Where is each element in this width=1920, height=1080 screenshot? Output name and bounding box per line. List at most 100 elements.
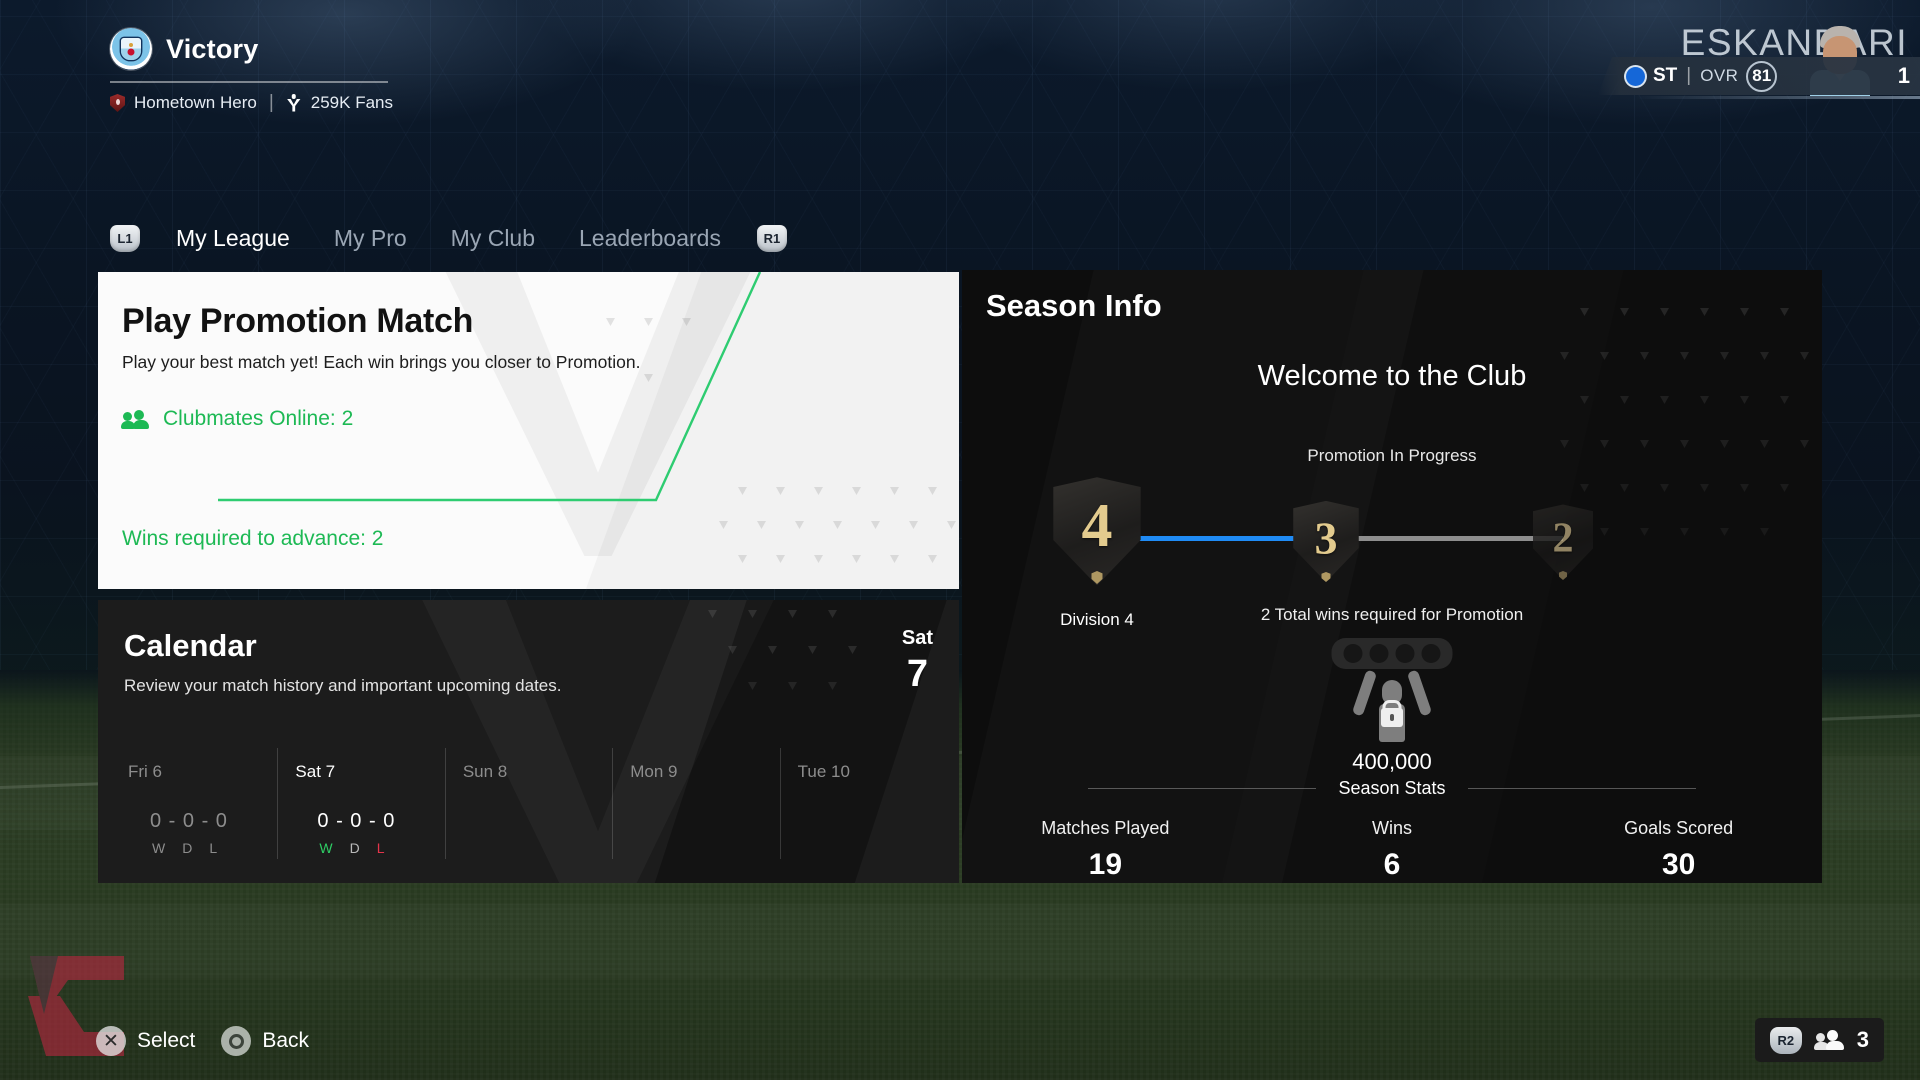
clubmates-online-label: Clubmates Online: 2 bbox=[163, 407, 353, 431]
people-icon bbox=[122, 410, 150, 429]
calendar-subtitle: Review your match history and important … bbox=[124, 676, 561, 696]
calendar-day-record: 0 - 0 - 0 W D L bbox=[128, 810, 277, 856]
clubmates-badge[interactable]: R2 3 bbox=[1755, 1018, 1884, 1062]
triangle-pattern-bottom bbox=[738, 487, 959, 589]
promotion-card-subtitle: Play your best match yet! Each win bring… bbox=[122, 352, 640, 373]
division-ladder: 4 Division 4 3 2 bbox=[962, 468, 1822, 588]
wins-required-to-advance: Wins required to advance: 2 bbox=[122, 527, 383, 551]
club-trait: Hometown Hero bbox=[134, 93, 257, 113]
calendar-day-label: Tue 10 bbox=[798, 762, 947, 782]
progress-pip bbox=[1396, 644, 1415, 663]
footer-bar: ✕ Select Back R2 3 bbox=[0, 970, 1920, 1080]
stat-value: 6 bbox=[1249, 848, 1536, 882]
calendar-day[interactable]: Sat 7 0 - 0 - 0 W D L bbox=[277, 748, 444, 873]
tab-my-pro[interactable]: My Pro bbox=[312, 225, 429, 252]
progress-pip bbox=[1344, 644, 1363, 663]
player-underline bbox=[1634, 96, 1920, 99]
record-d: D bbox=[182, 840, 193, 856]
clubmates-online: Clubmates Online: 2 bbox=[122, 407, 353, 431]
player-stat-bar: ST | OVR 81 bbox=[1598, 57, 1920, 95]
division-shield-3[interactable]: 3 bbox=[1287, 494, 1365, 593]
ovr-label: OVR bbox=[1700, 66, 1738, 86]
season-info-card[interactable]: Season Info Welcome to the Club Promotio… bbox=[962, 270, 1822, 883]
division-shield-4[interactable]: 4 Division 4 bbox=[1045, 468, 1149, 600]
record-l: L bbox=[209, 840, 218, 856]
people-icon bbox=[1815, 1030, 1844, 1050]
r2-bumper-icon: R2 bbox=[1770, 1027, 1802, 1054]
divider-right bbox=[1468, 788, 1696, 789]
shield-icon bbox=[110, 94, 125, 112]
calendar-day[interactable]: Mon 9 bbox=[612, 748, 779, 873]
division-shield-2[interactable]: 2 bbox=[1527, 498, 1599, 590]
stat-goals-scored: Goals Scored 30 bbox=[1535, 818, 1822, 882]
stat-matches-played: Matches Played 19 bbox=[962, 818, 1249, 882]
season-reward: 400,000 bbox=[962, 670, 1822, 775]
play-promotion-match-card[interactable]: Play Promotion Match Play your best matc… bbox=[98, 272, 959, 589]
record-w: W bbox=[319, 840, 333, 856]
hint-select[interactable]: ✕ Select bbox=[96, 1026, 195, 1056]
r1-bumper-icon[interactable]: R1 bbox=[757, 225, 787, 252]
calendar-day-label: Sun 8 bbox=[463, 762, 612, 782]
calendar-day[interactable]: Sun 8 bbox=[445, 748, 612, 873]
calendar-day-label: Sat 7 bbox=[295, 762, 444, 782]
club-summary: Victory Hometown Hero | 259K Fans bbox=[110, 28, 393, 114]
promotion-status: Promotion In Progress bbox=[962, 446, 1822, 466]
divider-left bbox=[1088, 788, 1316, 789]
top-header: Victory Hometown Hero | 259K Fans ESKAND… bbox=[0, 0, 1920, 130]
l1-bumper-icon[interactable]: L1 bbox=[110, 225, 140, 252]
player-separator: | bbox=[1686, 65, 1691, 87]
record-numbers: 0 - 0 - 0 bbox=[150, 810, 277, 833]
stat-wins: Wins 6 bbox=[1249, 818, 1536, 882]
ovr-value: 81 bbox=[1746, 61, 1777, 92]
season-stats-row: Matches Played 19 Wins 6 Goals Scored 30 bbox=[962, 818, 1822, 882]
stat-value: 30 bbox=[1535, 848, 1822, 882]
club-name: Victory bbox=[166, 34, 258, 65]
division-number: 4 bbox=[1081, 495, 1112, 557]
calendar-day[interactable]: Tue 10 bbox=[780, 748, 947, 873]
calendar-today: Sat 7 bbox=[902, 628, 933, 693]
cross-button-icon: ✕ bbox=[96, 1026, 126, 1056]
wins-required-for-promotion: 2 Total wins required for Promotion bbox=[962, 605, 1822, 625]
calendar-day-list: Fri 6 0 - 0 - 0 W D L Sat 7 0 - 0 - 0 W bbox=[110, 748, 947, 873]
today-date-number: 7 bbox=[902, 655, 933, 693]
promotion-card-title: Play Promotion Match bbox=[122, 302, 473, 341]
season-stats-header: Season Stats bbox=[962, 778, 1822, 799]
main-nav: L1 My League My Pro My Club Leaderboards… bbox=[110, 225, 787, 252]
stat-label: Wins bbox=[1249, 818, 1536, 839]
hint-back[interactable]: Back bbox=[221, 1026, 309, 1056]
calendar-day-label: Fri 6 bbox=[128, 762, 277, 782]
season-info-title: Season Info bbox=[986, 288, 1162, 324]
calendar-day[interactable]: Fri 6 0 - 0 - 0 W D L bbox=[110, 748, 277, 873]
calendar-card[interactable]: Calendar Review your match history and i… bbox=[98, 600, 959, 883]
stat-label: Goals Scored bbox=[1535, 818, 1822, 839]
player-card[interactable]: ESKANDARI ST | OVR 81 1 bbox=[1598, 32, 1920, 96]
position-dot-icon bbox=[1626, 67, 1645, 86]
promotion-progress-pips bbox=[1332, 638, 1453, 669]
record-l: L bbox=[377, 840, 386, 856]
calendar-title: Calendar bbox=[124, 628, 257, 664]
club-meta: Hometown Hero | 259K Fans bbox=[110, 92, 393, 114]
division-number: 3 bbox=[1314, 515, 1337, 561]
tab-my-club[interactable]: My Club bbox=[429, 225, 557, 252]
player-position: ST bbox=[1653, 65, 1677, 87]
tab-my-league[interactable]: My League bbox=[154, 225, 312, 252]
reward-amount: 400,000 bbox=[962, 749, 1822, 775]
welcome-message: Welcome to the Club bbox=[962, 360, 1822, 393]
club-fans: 259K Fans bbox=[311, 93, 393, 113]
record-d: D bbox=[350, 840, 361, 856]
meta-separator: | bbox=[266, 92, 277, 114]
tab-leaderboards[interactable]: Leaderboards bbox=[557, 225, 743, 252]
today-day-of-week: Sat bbox=[902, 628, 933, 648]
button-hints: ✕ Select Back bbox=[96, 1026, 309, 1056]
progress-pip bbox=[1422, 644, 1441, 663]
hint-label: Select bbox=[137, 1029, 195, 1053]
stat-value: 19 bbox=[962, 848, 1249, 882]
season-stats-label: Season Stats bbox=[1338, 778, 1445, 799]
calendar-day-record: 0 - 0 - 0 W D L bbox=[295, 810, 444, 856]
manchester-city-crest-icon bbox=[110, 28, 152, 70]
calendar-day-label: Mon 9 bbox=[630, 762, 779, 782]
clubmates-count: 3 bbox=[1857, 1027, 1869, 1053]
divider bbox=[110, 81, 388, 83]
hint-label: Back bbox=[262, 1029, 309, 1053]
trophy-lock-icon bbox=[1355, 670, 1429, 742]
